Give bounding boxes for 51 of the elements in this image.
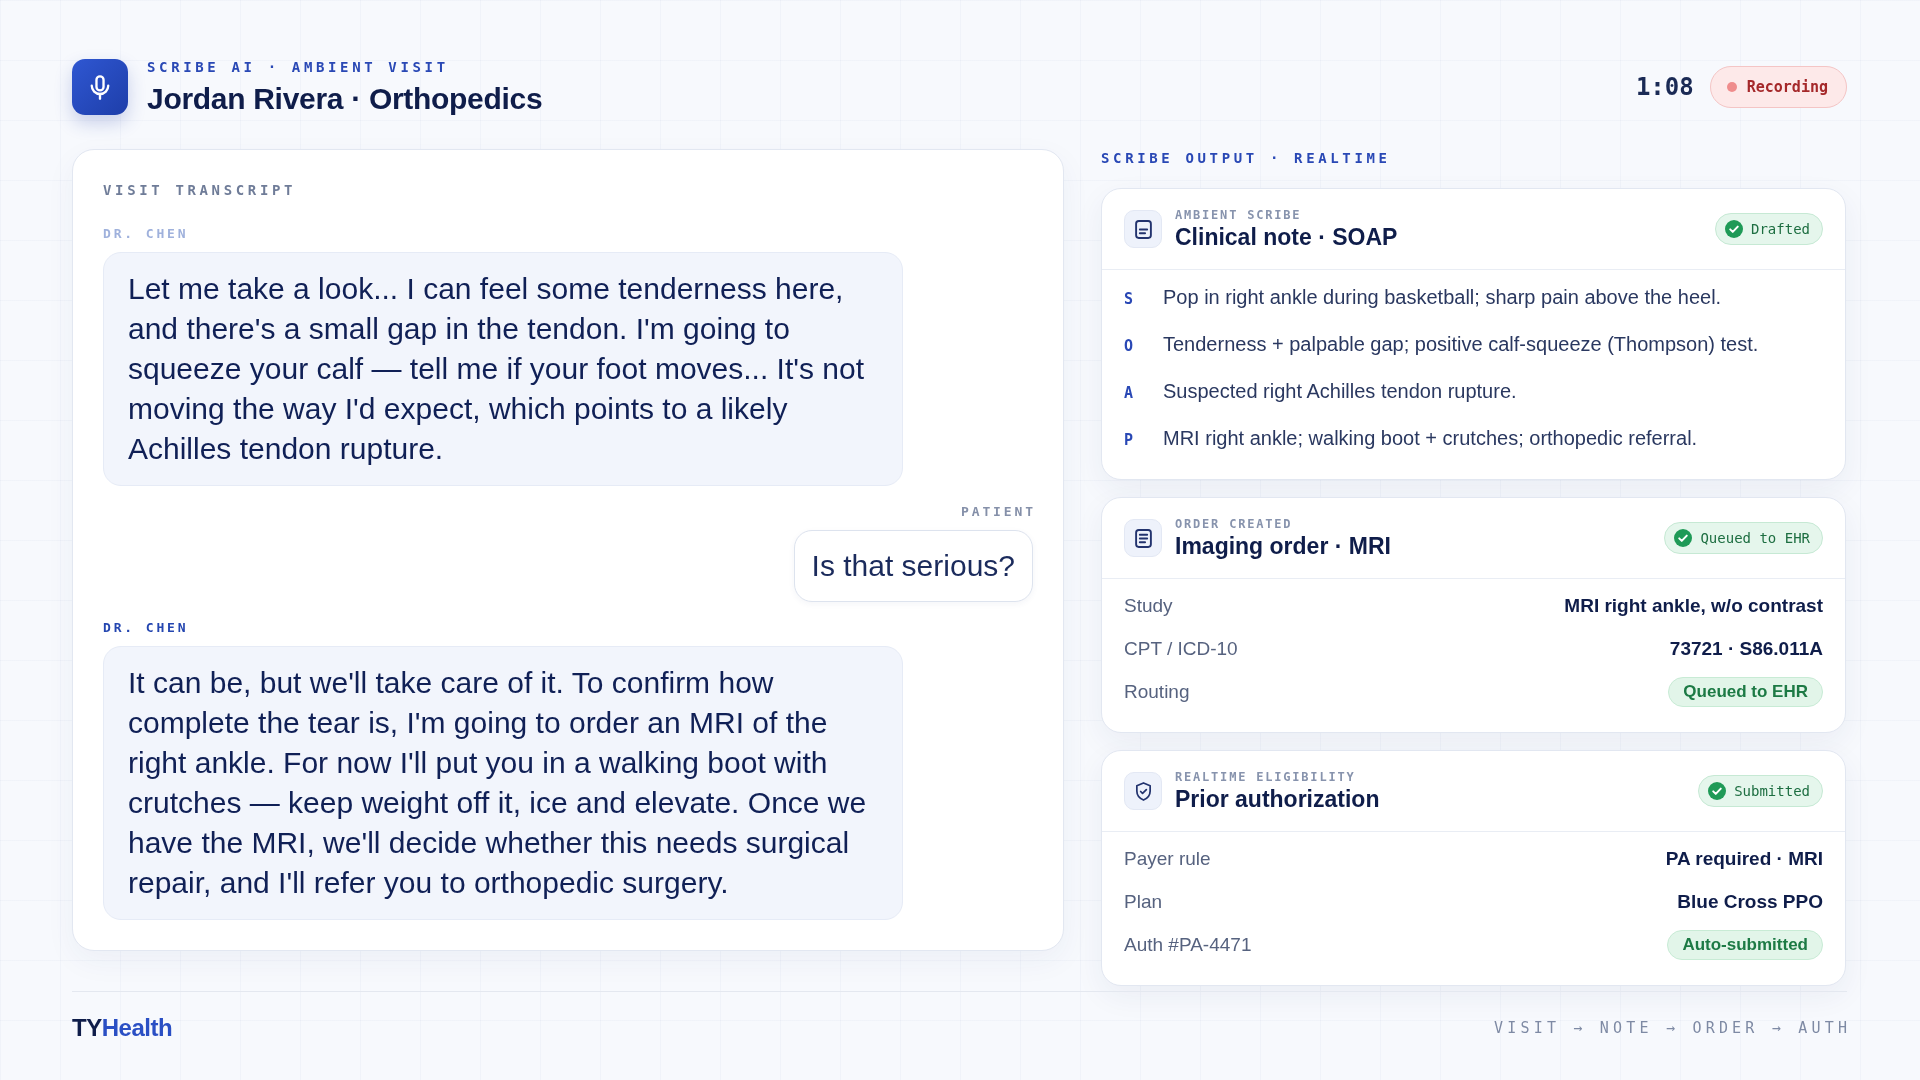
message-bubble: It can be, but we'll take care of it. To confirm how complete the tear is, I'm going to order an MRI of the right ankle. For now I'll put you in a walking boot with crutches — keep weight off it, ice and elevate. Once we have the MRI, we'll decide whether this needs surgical repair, and I'll refer you to orthopedic surgery.: [103, 646, 903, 920]
field-value: Blue Cross PPO: [1677, 891, 1823, 913]
document-icon: [1124, 210, 1162, 248]
field-label: Routing: [1124, 681, 1190, 703]
check-circle-icon: [1708, 782, 1727, 800]
soap-text: Suspected right Achilles tendon rupture.: [1163, 379, 1517, 404]
soap-letter: A: [1124, 383, 1135, 404]
speaker-label: DR. CHEN: [103, 620, 189, 636]
section-title: SCRIBE OUTPUT · REALTIME: [1101, 149, 1392, 167]
check-circle-icon: [1674, 529, 1693, 547]
field-label: Payer rule: [1124, 848, 1211, 870]
recording-dot-icon: [1726, 82, 1737, 92]
card-title: Clinical note · SOAP: [1175, 224, 1399, 250]
workflow-steps: VISIT → NOTE → ORDER → AUTH: [1493, 1019, 1852, 1037]
document-icon: [1124, 519, 1162, 557]
message-bubble: Let me take a look... I can feel some tenderness here, and there's a small gap in the tendon. I'm going to squeeze your calf — tell me if your foot moves... It's not moving the way I'd expect, which points to a likely Achilles tendon rupture.: [103, 252, 903, 486]
message-bubble: Is that serious?: [793, 530, 1033, 602]
speaker-label: DR. CHEN: [103, 226, 189, 242]
card-eyebrow: ORDER CREATED: [1175, 517, 1294, 531]
field-label: Plan: [1124, 891, 1163, 913]
card-title: Imaging order · MRI: [1175, 533, 1392, 559]
speaker-label: PATIENT: [961, 504, 1036, 520]
soap-letter: S: [1124, 289, 1135, 310]
microphone-icon: [72, 59, 128, 115]
soap-letter: P: [1124, 430, 1135, 451]
soap-text: Pop in right ankle during basketball; sharp pain above the heel.: [1163, 285, 1722, 310]
badge-label: Submitted: [1734, 783, 1810, 799]
status-pill: Auto-submitted: [1667, 930, 1823, 960]
field-value: MRI right ankle, w/o contrast: [1564, 595, 1823, 617]
field-label: Study: [1124, 595, 1173, 617]
check-circle-icon: [1725, 220, 1743, 238]
panel-title: VISIT TRANSCRIPT: [103, 181, 298, 199]
elapsed-time: 1:08: [1635, 73, 1694, 101]
soap-text: Tenderness + palpable gap; positive calf-squeeze (Thompson) test.: [1163, 332, 1759, 357]
field-value: 73721 · S86.011A: [1669, 638, 1823, 660]
soap-letter: O: [1124, 336, 1135, 357]
status-pill: Queued to EHR: [1668, 677, 1823, 707]
status-label: Recording: [1746, 78, 1828, 96]
header-eyebrow: SCRIBE AI · AMBIENT VISIT: [147, 58, 450, 76]
field-label: Auth #PA-4471: [1124, 934, 1252, 956]
soap-text: MRI right ankle; walking boot + crutches; orthopedic referral.: [1163, 426, 1698, 451]
field-label: CPT / ICD-10: [1124, 638, 1238, 660]
card-title: Prior authorization: [1175, 786, 1381, 812]
card-eyebrow: AMBIENT SCRIBE: [1175, 208, 1303, 222]
badge-label: Queued to EHR: [1700, 530, 1810, 546]
shield-check-icon: [1124, 772, 1162, 810]
card-eyebrow: REALTIME ELIGIBILITY: [1175, 770, 1357, 784]
brand-logo: TYHealth: [72, 1013, 173, 1043]
badge-label: Drafted: [1751, 221, 1810, 237]
field-value: PA required · MRI: [1665, 848, 1823, 870]
visit-title: Jordan Rivera · Orthopedics: [147, 81, 543, 116]
